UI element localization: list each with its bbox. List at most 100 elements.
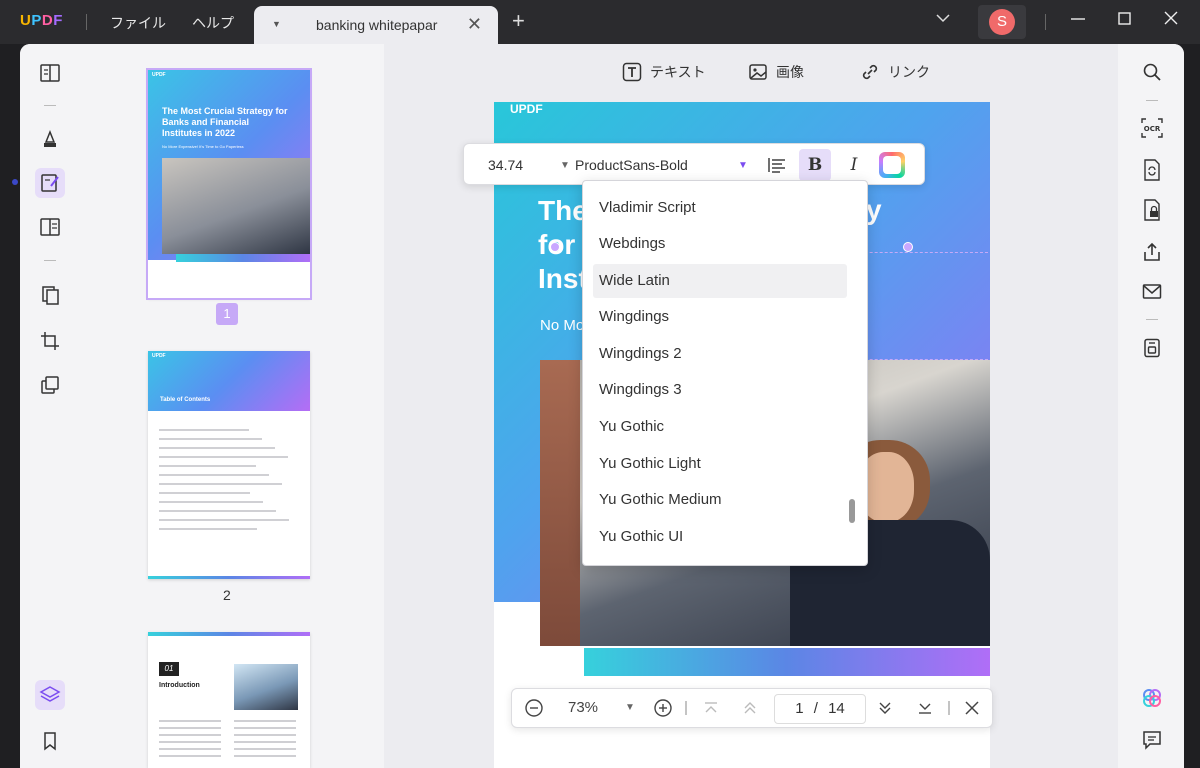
organize-pages-button[interactable]	[35, 280, 65, 310]
first-page-icon	[703, 701, 719, 715]
font-option[interactable]: Yu Gothic Medium	[593, 483, 847, 517]
font-option[interactable]: Wingdings	[593, 300, 847, 334]
font-option[interactable]: Yu Gothic UI	[593, 520, 847, 554]
font-option[interactable]: Vladimir Script	[593, 191, 847, 225]
chevrons-down-icon	[877, 701, 893, 715]
thumbnail-panel: UPDF The Most Crucial Strategy for Banks…	[82, 44, 384, 768]
nav-separator	[948, 701, 950, 715]
save-button[interactable]	[1138, 334, 1166, 362]
document-tab[interactable]: ▼ banking whitepapar ✕	[254, 6, 498, 44]
resize-handle-right[interactable]	[903, 242, 913, 252]
zoom-out-button[interactable]	[524, 698, 544, 718]
font-option-highlighted[interactable]: Wide Latin	[593, 264, 847, 298]
add-image-button[interactable]: 画像	[748, 62, 804, 82]
form-button[interactable]	[35, 212, 65, 242]
first-page-button[interactable]	[703, 701, 719, 715]
align-button[interactable]	[761, 149, 793, 181]
ocr-button[interactable]: OCR	[1138, 114, 1166, 142]
resize-handle-left[interactable]	[550, 242, 560, 252]
link-tool-label: リンク	[888, 64, 930, 80]
toc-line	[159, 501, 263, 503]
intro-line	[159, 748, 221, 750]
previous-page-button[interactable]	[742, 701, 758, 715]
intro-line	[159, 720, 221, 722]
image-tool-label: 画像	[776, 64, 804, 80]
bookmark-button[interactable]	[35, 726, 65, 756]
page-thumbnail-1[interactable]: UPDF The Most Crucial Strategy for Banks…	[146, 68, 312, 300]
menu-file[interactable]: ファイル	[110, 13, 166, 33]
thumb-photo	[234, 664, 298, 710]
dropdown-scrollbar[interactable]	[849, 499, 855, 523]
pdf-subtitle: No Mo	[540, 317, 585, 334]
color-swatch-icon	[879, 152, 905, 178]
text-color-button[interactable]	[876, 149, 908, 181]
page-number-input[interactable]: 1 / 14	[774, 694, 866, 724]
font-size-dropdown-icon[interactable]: ▼	[560, 160, 570, 171]
close-icon	[964, 700, 980, 716]
edit-pdf-button[interactable]	[35, 168, 65, 198]
share-button[interactable]	[1138, 238, 1166, 266]
right-toolbar: OCR	[1118, 44, 1184, 768]
font-size-value[interactable]: 34.74	[488, 157, 523, 173]
left-toolbar	[20, 44, 82, 768]
thumb-bar	[148, 632, 310, 636]
add-tab-icon[interactable]: +	[512, 8, 525, 34]
page-number-2[interactable]: 2	[223, 587, 231, 603]
mail-icon	[1142, 283, 1162, 301]
comments-button[interactable]	[1138, 726, 1166, 754]
zoom-level[interactable]: 73%	[568, 699, 598, 716]
font-family-dropdown-icon[interactable]: ▼	[738, 160, 748, 171]
ai-assistant-icon	[1141, 687, 1163, 709]
close-navbar-button[interactable]	[964, 700, 980, 716]
email-button[interactable]	[1138, 278, 1166, 306]
protect-button[interactable]	[1138, 196, 1166, 224]
intro-line	[234, 748, 296, 750]
form-icon	[39, 216, 61, 238]
close-window-icon[interactable]	[1163, 10, 1179, 26]
align-left-icon	[768, 157, 786, 173]
ocr-icon: OCR	[1141, 118, 1163, 138]
font-option[interactable]: Yu Gothic Light	[593, 447, 847, 481]
font-option[interactable]: Webdings	[593, 227, 847, 261]
highlighter-icon	[39, 128, 61, 150]
add-link-button[interactable]: リンク	[860, 62, 930, 82]
last-page-button[interactable]	[917, 701, 933, 715]
tab-close-icon[interactable]: ✕	[467, 14, 482, 35]
toc-line	[159, 510, 276, 512]
title-bar: UPDF ファイル ヘルプ ▼ banking whitepapar ✕ + S	[0, 0, 1200, 44]
tab-dropdown-icon[interactable]: ▼	[272, 19, 281, 29]
italic-button[interactable]: I	[838, 149, 870, 181]
toc-line	[159, 456, 288, 458]
account-button[interactable]: S	[978, 5, 1026, 39]
maximize-icon[interactable]	[1117, 10, 1133, 26]
zoom-dropdown-icon[interactable]: ▼	[625, 702, 635, 713]
font-family-value[interactable]: ProductSans-Bold	[575, 157, 688, 173]
next-page-button[interactable]	[877, 701, 893, 715]
font-option[interactable]: Wingdings 2	[593, 337, 847, 371]
bold-button[interactable]: B	[799, 149, 831, 181]
font-option[interactable]: Yu Gothic	[593, 410, 847, 444]
reader-button[interactable]	[35, 58, 65, 88]
tools-button[interactable]	[35, 370, 65, 400]
minimize-icon[interactable]	[1070, 10, 1086, 26]
zoom-in-button[interactable]	[653, 698, 673, 718]
save-icon	[1143, 338, 1161, 358]
rail-separator	[44, 105, 56, 106]
thumb-brand: UPDF	[152, 353, 166, 359]
link-icon	[860, 62, 880, 82]
menu-help[interactable]: ヘルプ	[192, 13, 234, 33]
chevron-down-icon[interactable]	[936, 13, 950, 23]
current-page: 1	[795, 700, 804, 717]
comment-button[interactable]	[35, 124, 65, 154]
search-button[interactable]	[1138, 58, 1166, 86]
crop-button[interactable]	[35, 326, 65, 356]
ai-assistant-button[interactable]	[1138, 684, 1166, 712]
updf-logo[interactable]: UPDF	[20, 12, 63, 29]
convert-button[interactable]	[1138, 156, 1166, 184]
layers-button[interactable]	[35, 680, 65, 710]
page-thumbnail-3[interactable]: 01 Introduction	[148, 632, 310, 768]
add-text-button[interactable]: テキスト	[622, 62, 706, 82]
font-option[interactable]: Wingdings 3	[593, 373, 847, 407]
page-thumbnail-2[interactable]: UPDF Table of Contents	[148, 351, 310, 579]
page-number-1[interactable]: 1	[216, 303, 238, 325]
